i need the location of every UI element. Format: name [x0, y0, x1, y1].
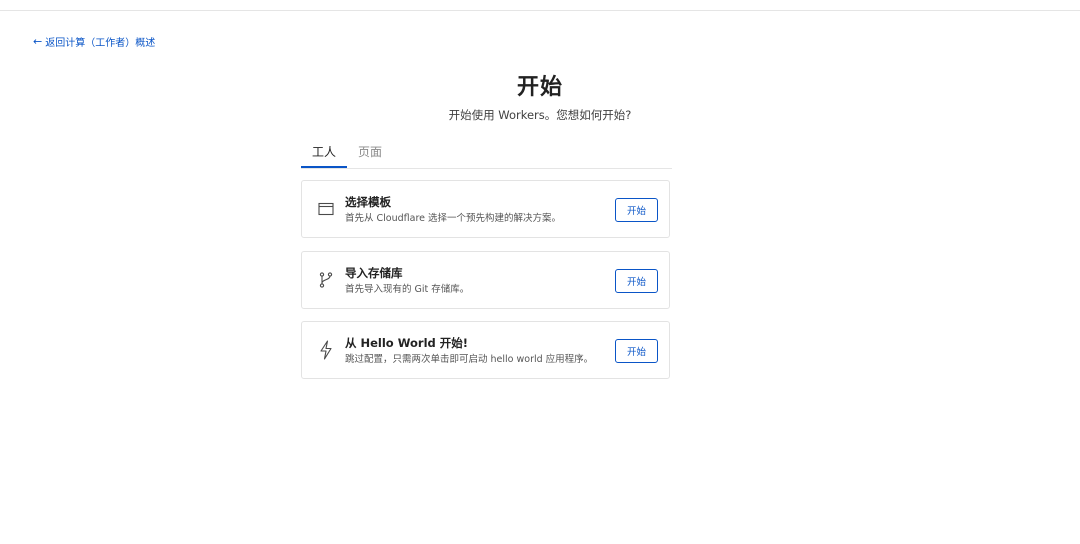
arrow-left-icon: ← — [33, 35, 43, 48]
start-button[interactable]: 开始 — [615, 198, 658, 222]
card-hello-world: 从 Hello World 开始! 跳过配置，只需两次单击即可启动 hello … — [301, 321, 670, 379]
start-button[interactable]: 开始 — [615, 339, 658, 363]
browser-window-icon — [317, 200, 335, 218]
card-title: 从 Hello World 开始! — [345, 336, 468, 350]
card-description: 跳过配置，只需两次单击即可启动 hello world 应用程序。 — [345, 354, 594, 365]
back-link-label: 返回计算（工作者）概述 — [45, 38, 156, 49]
card-title: 导入存储库 — [345, 266, 403, 280]
card-title: 选择模板 — [345, 195, 391, 209]
lightning-bolt-icon — [317, 340, 335, 360]
page-title: 开始 — [516, 75, 563, 100]
card-description: 首先导入现有的 Git 存储库。 — [345, 284, 470, 295]
git-branch-icon — [317, 271, 335, 289]
back-to-workers-overview-link[interactable]: ← 返回计算（工作者）概述 — [33, 34, 155, 49]
card-import-repository: 导入存储库 首先导入现有的 Git 存储库。 开始 — [301, 251, 670, 309]
card-select-template: 选择模板 首先从 Cloudflare 选择一个预先构建的解决方案。 开始 — [301, 180, 670, 238]
start-button[interactable]: 开始 — [615, 269, 658, 293]
page-subtitle: 开始使用 Workers。您想如何开始? — [448, 108, 632, 122]
tab-workers[interactable]: 工人 — [301, 140, 348, 168]
tab-bar: 工人 页面 — [301, 140, 672, 169]
page-header: 开始 开始使用 Workers。您想如何开始? — [0, 72, 1080, 123]
tab-pages[interactable]: 页面 — [347, 140, 393, 168]
top-bar — [0, 0, 1080, 11]
card-description: 首先从 Cloudflare 选择一个预先构建的解决方案。 — [345, 213, 562, 224]
